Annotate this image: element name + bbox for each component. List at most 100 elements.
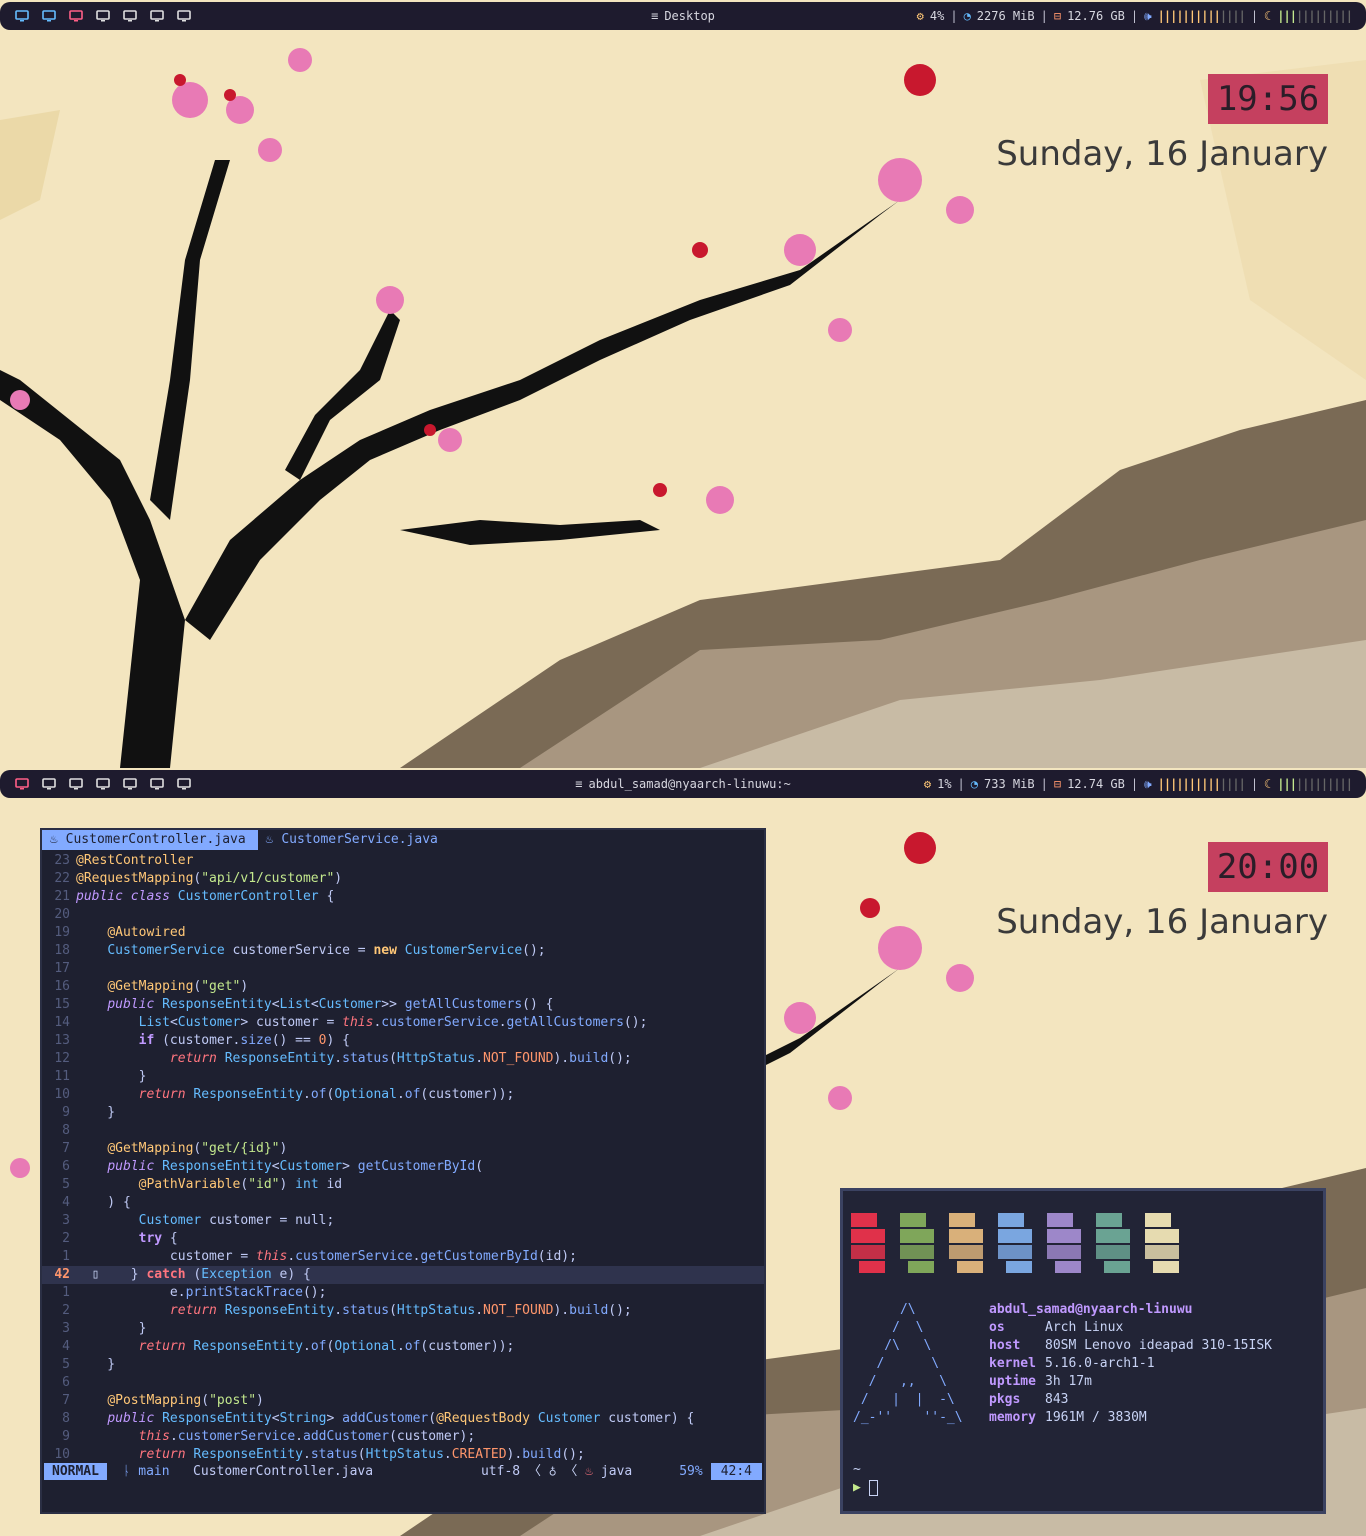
- code-line: 15 public ResponseEntity<List<Customer>>…: [54, 997, 554, 1012]
- terminal-cursor: [868, 1479, 878, 1496]
- volume-level: ||||||||||: [1157, 9, 1221, 23]
- brightness-level: |||: [1277, 777, 1297, 791]
- filetype-icon: ♨: [585, 1464, 601, 1479]
- workspace-3-monitor-icon[interactable]: [68, 9, 84, 23]
- prompt-arrow-icon: ▶: [853, 1480, 861, 1495]
- volume-meter[interactable]: ||||||||||||||: [1157, 9, 1246, 23]
- code-line: 8 public ResponseEntity<String> addCusto…: [62, 1411, 695, 1426]
- workspace-2-monitor-icon[interactable]: [41, 9, 57, 23]
- info-row: kernel 5.16.0-arch1-1: [989, 1356, 1155, 1371]
- filetype: java: [600, 1464, 633, 1479]
- terminal-window[interactable]: /\ / \ /\ \ / \ / ,, \ / | | -\ /_-'' ''…: [840, 1188, 1326, 1514]
- brightness-rest: |||||||||: [1295, 9, 1353, 23]
- code-line: 23 @RestController: [54, 853, 194, 868]
- info-row: pkgs 843: [989, 1392, 1069, 1407]
- brightness-icon[interactable]: ☾: [1264, 777, 1271, 791]
- code-line: 9 this.customerService.addCustomer(custo…: [62, 1429, 476, 1444]
- workspace-7-monitor-icon[interactable]: [176, 777, 192, 791]
- workspace-1-monitor-icon[interactable]: [14, 9, 30, 23]
- buffer-tabs: ♨ CustomerController.java ♨ CustomerServ…: [42, 830, 764, 850]
- workspace-5-monitor-icon[interactable]: [122, 9, 138, 23]
- cursor-position: 42:4: [710, 1463, 762, 1480]
- memory-usage: 2276 MiB: [976, 9, 1035, 23]
- code-line: 19 @Autowired: [54, 925, 186, 940]
- java-file-icon: ♨: [50, 832, 66, 847]
- info-row: os Arch Linux: [989, 1320, 1124, 1335]
- info-row: memory 1961M / 3830M: [989, 1410, 1147, 1425]
- menu-icon: ≡: [575, 777, 583, 791]
- mode-indicator: NORMAL: [44, 1463, 107, 1480]
- java-file-icon: ♨: [265, 832, 282, 847]
- code-line: 21 public class CustomerController {: [54, 889, 335, 904]
- file-name: CustomerController.java: [193, 1464, 374, 1479]
- brightness-icon[interactable]: ☾: [1264, 9, 1271, 23]
- scroll-percent: 59%: [679, 1464, 703, 1479]
- code-line: 4 return ResponseEntity.of(Optional.of(c…: [62, 1339, 515, 1354]
- palette-block: [1047, 1213, 1083, 1275]
- cursor: ▯: [76, 1267, 116, 1282]
- code-line: 7 @PostMapping("post"): [62, 1393, 264, 1408]
- memory-usage: 733 MiB: [984, 777, 1035, 791]
- system-tray: ⚙ 1% | ◔ 733 MiB | ⊟ 12.74 GB | 🕪 ||||||…: [923, 776, 1353, 792]
- code-line: 1 e.printStackTrace();: [62, 1285, 327, 1300]
- disk-icon: ⊟: [1053, 9, 1062, 23]
- code-area[interactable]: 23 @RestController 22 @RequestMapping("api…: [42, 852, 764, 1464]
- editor-statusline: NORMAL ᚿ main CustomerController.java ut…: [44, 1463, 762, 1480]
- workspace-3-monitor-icon[interactable]: [68, 777, 84, 791]
- code-line: 18 CustomerService customerService = new…: [54, 943, 546, 958]
- palette-block: [1145, 1213, 1181, 1275]
- workspace-5-monitor-icon[interactable]: [122, 777, 138, 791]
- volume-icon[interactable]: 🕪: [1144, 777, 1152, 792]
- workspace-2-monitor-icon[interactable]: [41, 777, 57, 791]
- date-widget: Sunday, 16 January: [996, 902, 1328, 942]
- desktop-bottom: ≡ abdul_samad@nyaarch-linuwu:~ ⚙ 1% | ◔ …: [0, 768, 1366, 1536]
- code-line: 13 if (customer.size() == 0) {: [54, 1033, 350, 1048]
- tab-customer-controller[interactable]: ♨ CustomerController.java: [42, 830, 258, 850]
- brightness-rest: |||||||||: [1295, 777, 1353, 791]
- code-line: 11 }: [54, 1069, 147, 1084]
- info-row: host 80SM Lenovo ideapad 310-15ISK: [989, 1338, 1272, 1353]
- code-line: 10 return ResponseEntity.status(HttpStat…: [54, 1447, 585, 1462]
- volume-icon[interactable]: 🕪: [1144, 9, 1152, 24]
- code-line: 22 @RequestMapping("api/v1/customer"): [54, 871, 343, 886]
- brightness-meter[interactable]: ||||||||||||: [1277, 9, 1353, 23]
- neovim-editor-window[interactable]: ♨ CustomerController.java ♨ CustomerServ…: [40, 828, 766, 1514]
- clock-widget: 20:00: [1208, 842, 1328, 892]
- code-line: 6 public ResponseEntity<Customer> getCus…: [62, 1159, 484, 1174]
- status-bar: ≡ Desktop ⚙ 4% | ◔ 2276 MiB | ⊟ 12.76 GB…: [0, 2, 1366, 30]
- menu-icon: ≡: [651, 9, 659, 23]
- palette-block: [900, 1213, 936, 1275]
- brightness-meter[interactable]: ||||||||||||: [1277, 777, 1353, 791]
- shell-prompt[interactable]: ~ ▶: [853, 1461, 878, 1497]
- workspace-1-monitor-icon[interactable]: [14, 777, 30, 791]
- file-encoding: utf-8: [480, 1464, 521, 1479]
- brightness-level: |||: [1277, 9, 1297, 23]
- color-palette: [851, 1213, 1181, 1275]
- user-host: abdul_samad@nyaarch-linuwu: [989, 1302, 1193, 1317]
- workspace-6-monitor-icon[interactable]: [149, 9, 165, 23]
- volume-rest: ||||: [1219, 9, 1246, 23]
- cpu-usage: 4%: [929, 9, 945, 23]
- workspace-4-monitor-icon[interactable]: [95, 9, 111, 23]
- code-line: 9 }: [62, 1105, 116, 1120]
- git-branch-icon: ᚿ: [106, 1464, 139, 1479]
- cpu-usage: 1%: [937, 777, 952, 791]
- cpu-icon: ⚙: [916, 9, 924, 23]
- code-line: 4 ) {: [62, 1195, 131, 1210]
- palette-block: [949, 1213, 985, 1275]
- volume-level: ||||||||||: [1157, 777, 1221, 791]
- code-line: 3 }: [62, 1321, 147, 1336]
- palette-block: [851, 1213, 887, 1275]
- date-widget: Sunday, 16 January: [996, 134, 1328, 174]
- arch-logo: /\ / \ /\ \ / \ / ,, \ / | | -\ /_-'' ''…: [853, 1302, 963, 1425]
- desktop-top: ≡ Desktop ⚙ 4% | ◔ 2276 MiB | ⊟ 12.76 GB…: [0, 0, 1366, 768]
- workspace-4-monitor-icon[interactable]: [95, 777, 111, 791]
- code-line: 5 }: [62, 1357, 116, 1372]
- volume-rest: ||||: [1219, 777, 1246, 791]
- disk-icon: ⊟: [1053, 777, 1062, 791]
- memory-icon: ◔: [963, 9, 971, 23]
- workspace-7-monitor-icon[interactable]: [176, 9, 192, 23]
- workspace-6-monitor-icon[interactable]: [149, 777, 165, 791]
- tab-customer-service[interactable]: ♨ CustomerService.java: [258, 830, 450, 850]
- volume-meter[interactable]: ||||||||||||||: [1157, 777, 1246, 791]
